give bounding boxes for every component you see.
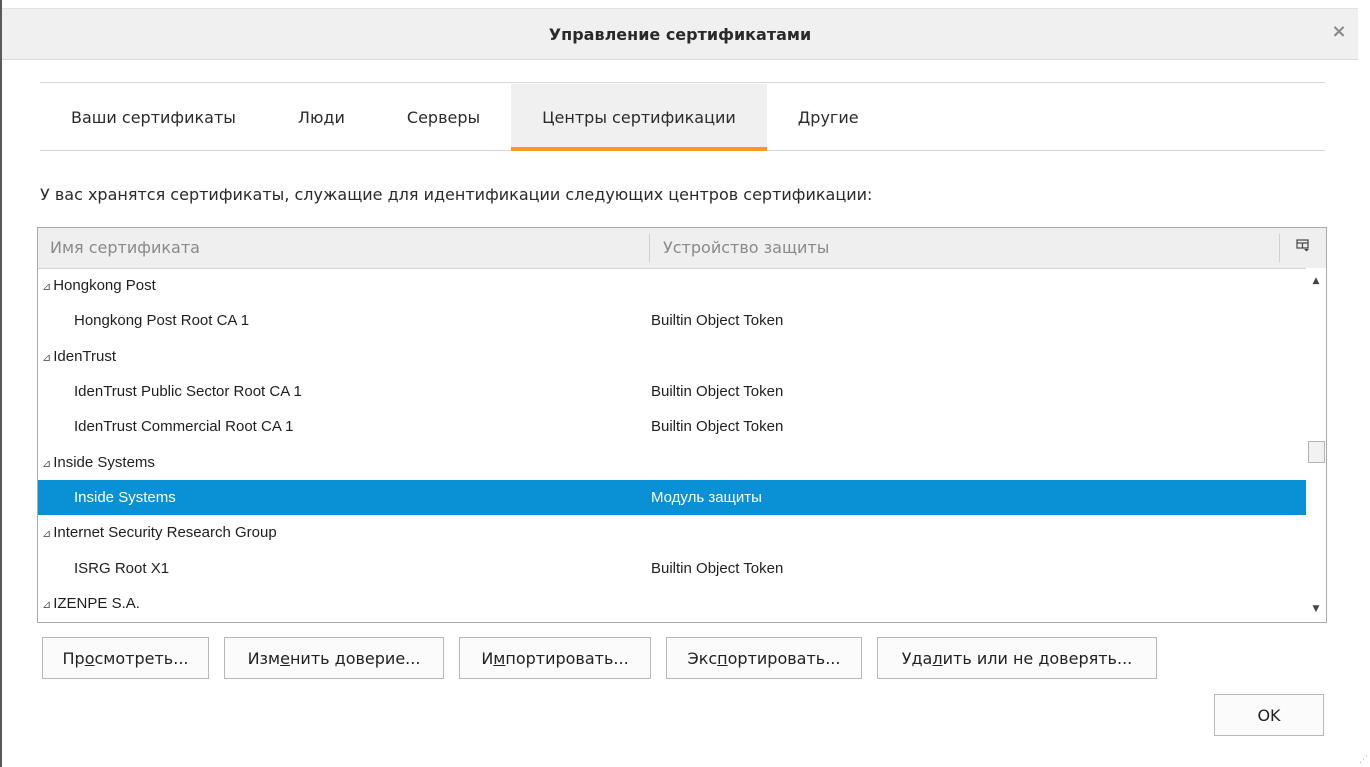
scroll-down-arrow-icon[interactable]: ▼ xyxy=(1306,600,1326,618)
import-button[interactable]: Им портировать... xyxy=(459,637,651,679)
expand-toggle-icon[interactable]: ⊿ xyxy=(42,599,51,611)
tab-label: Другие xyxy=(797,107,859,127)
expand-toggle-icon[interactable]: ⊿ xyxy=(42,281,51,293)
tab-people[interactable]: Люди xyxy=(267,84,376,150)
expand-toggle-icon[interactable]: ⊿ xyxy=(42,458,51,470)
button-label-part: нить доверие... xyxy=(289,648,421,668)
certificate-name: Hongkong Post Root CA 1 xyxy=(74,312,249,329)
tab-servers[interactable]: Серверы xyxy=(376,84,511,150)
column-header-name[interactable]: Имя сертификата xyxy=(50,238,200,257)
tab-label: Серверы xyxy=(406,107,481,127)
button-label-part: ить или не доверять... xyxy=(942,648,1133,668)
tree-header: Имя сертификата Устройство защиты xyxy=(38,228,1326,269)
dialog-title: Управление сертификатами xyxy=(548,24,812,44)
vertical-scrollbar[interactable]: ▲ ▼ xyxy=(1306,268,1326,622)
security-device: Builtin Object Token xyxy=(651,559,784,577)
name-text: ISRG Root X1 xyxy=(74,559,170,577)
column-separator[interactable] xyxy=(1279,234,1280,262)
name-text: Hongkong Post xyxy=(53,277,156,295)
name-text: IdenTrust Public Sector Root CA 1 xyxy=(74,383,302,401)
expand-toggle-icon[interactable]: ⊿ xyxy=(42,352,51,364)
certificate-name: ⊿ Inside Systems xyxy=(42,454,155,471)
column-separator[interactable] xyxy=(649,234,650,262)
tab-bar: Ваши сертификаты Люди Серверы Центры сер… xyxy=(40,84,1325,151)
button-label-part: смотреть... xyxy=(94,648,189,668)
button-label-part: Изм xyxy=(247,648,281,668)
tab-others[interactable]: Другие xyxy=(767,84,890,150)
tab-label: Ваши сертификаты xyxy=(71,107,236,127)
security-device: Builtin Object Token xyxy=(651,383,784,401)
name-text: Internet Security Research Group xyxy=(53,524,277,542)
certificate-name: IdenTrust Public Sector Root CA 1 xyxy=(74,383,302,400)
security-device: Builtin Object Token xyxy=(651,418,784,436)
tree-row[interactable]: Hongkong Post Root CA 1 Builtin Object To… xyxy=(38,303,1306,338)
title-bar: Управление сертификатами × xyxy=(2,8,1358,60)
name-text: Hongkong Post Root CA 1 xyxy=(74,312,250,330)
action-buttons: Пр о смотреть... Изм е нить доверие... Им пор… xyxy=(42,637,1172,679)
name-text: IdenTrust xyxy=(53,347,117,365)
tree-group-row[interactable]: ⊿ IZENPE S.A. xyxy=(38,586,1306,621)
tree-row[interactable]: Inside Systems Модуль защиты xyxy=(38,479,1306,516)
export-button[interactable]: Экс п ортировать... xyxy=(666,637,862,679)
tree-row[interactable]: IdenTrust Public Sector Root CA 1 Builtin… xyxy=(38,374,1306,409)
tree-rows: ⊿ Hongkong Post Hongkong Post Root CA 1 Bui… xyxy=(38,268,1306,622)
certificate-tree[interactable]: Имя сертификата Устройство защиты ⊿ Hongk… xyxy=(37,227,1327,623)
scroll-up-arrow-icon[interactable]: ▲ xyxy=(1306,272,1326,290)
name-text: IdenTrust Commercial Root CA 1 xyxy=(74,418,294,436)
certificate-name: IdenTrust Commercial Root CA 1 xyxy=(74,418,294,435)
button-label-part: ортировать... xyxy=(727,648,841,668)
certificate-name: ⊿ IZENPE S.A. xyxy=(42,595,140,612)
description-text: У вас хранятся сертификаты, служащие для… xyxy=(40,185,873,204)
access-key: п xyxy=(717,648,728,668)
edit-trust-button[interactable]: Изм е нить доверие... xyxy=(224,637,444,679)
access-key: м xyxy=(493,648,506,668)
access-key: л xyxy=(932,648,943,668)
certificate-name: ⊿ Hongkong Post xyxy=(42,277,156,294)
security-device: Модуль защиты xyxy=(651,488,762,506)
column-picker-icon[interactable] xyxy=(1296,238,1310,256)
button-label-part: Пр xyxy=(62,648,85,668)
tree-group-row[interactable]: ⊿ Internet Security Research Group xyxy=(38,515,1306,550)
tree-group-row[interactable]: ⊿ Hongkong Post xyxy=(38,268,1306,303)
button-label-part: Уда xyxy=(901,648,933,668)
tree-row[interactable]: IdenTrust Commercial Root CA 1 Builtin Ob… xyxy=(38,409,1306,444)
certificate-name: ISRG Root X1 xyxy=(74,560,169,577)
tree-group-row[interactable]: ⊿ Inside Systems xyxy=(38,444,1306,479)
name-text: Inside Systems xyxy=(74,488,176,506)
tab-your-certificates[interactable]: Ваши сертификаты xyxy=(40,84,267,150)
button-label-part: портировать... xyxy=(505,648,629,668)
expand-toggle-icon[interactable]: ⊿ xyxy=(42,528,51,540)
window-border xyxy=(0,0,2,767)
tab-label: Центры сертификации xyxy=(542,107,736,127)
button-label-part: Экс xyxy=(687,648,718,668)
name-text: IZENPE S.A. xyxy=(53,594,140,612)
name-text: Inside Systems xyxy=(53,453,155,471)
delete-or-distrust-button[interactable]: Уда л ить или не доверять... xyxy=(877,637,1157,679)
column-header-device[interactable]: Устройство защиты xyxy=(663,238,829,257)
security-device: Builtin Object Token xyxy=(651,312,784,330)
tabs-top-divider xyxy=(40,82,1325,83)
close-icon[interactable]: × xyxy=(1330,23,1348,41)
button-label-part: И xyxy=(481,648,494,668)
tree-group-row[interactable]: ⊿ IdenTrust xyxy=(38,339,1306,374)
ok-button[interactable]: OK xyxy=(1214,694,1324,736)
tree-row[interactable]: ISRG Root X1 Builtin Object Token xyxy=(38,550,1306,585)
resize-grip-icon[interactable]: ⋰ xyxy=(1359,755,1368,765)
view-button[interactable]: Пр о смотреть... xyxy=(42,637,209,679)
scrollbar-thumb[interactable] xyxy=(1308,441,1325,463)
certificate-manager-dialog: Управление сертификатами × Ваши сертифик… xyxy=(0,0,1370,767)
tab-label: Люди xyxy=(297,107,345,127)
tab-authorities[interactable]: Центры сертификации xyxy=(511,84,767,151)
certificate-name: ⊿ Internet Security Research Group xyxy=(42,524,277,541)
access-key: е xyxy=(280,648,290,668)
access-key: о xyxy=(84,648,95,668)
certificate-name: Inside Systems xyxy=(74,489,176,506)
certificate-name: ⊿ IdenTrust xyxy=(42,348,116,365)
